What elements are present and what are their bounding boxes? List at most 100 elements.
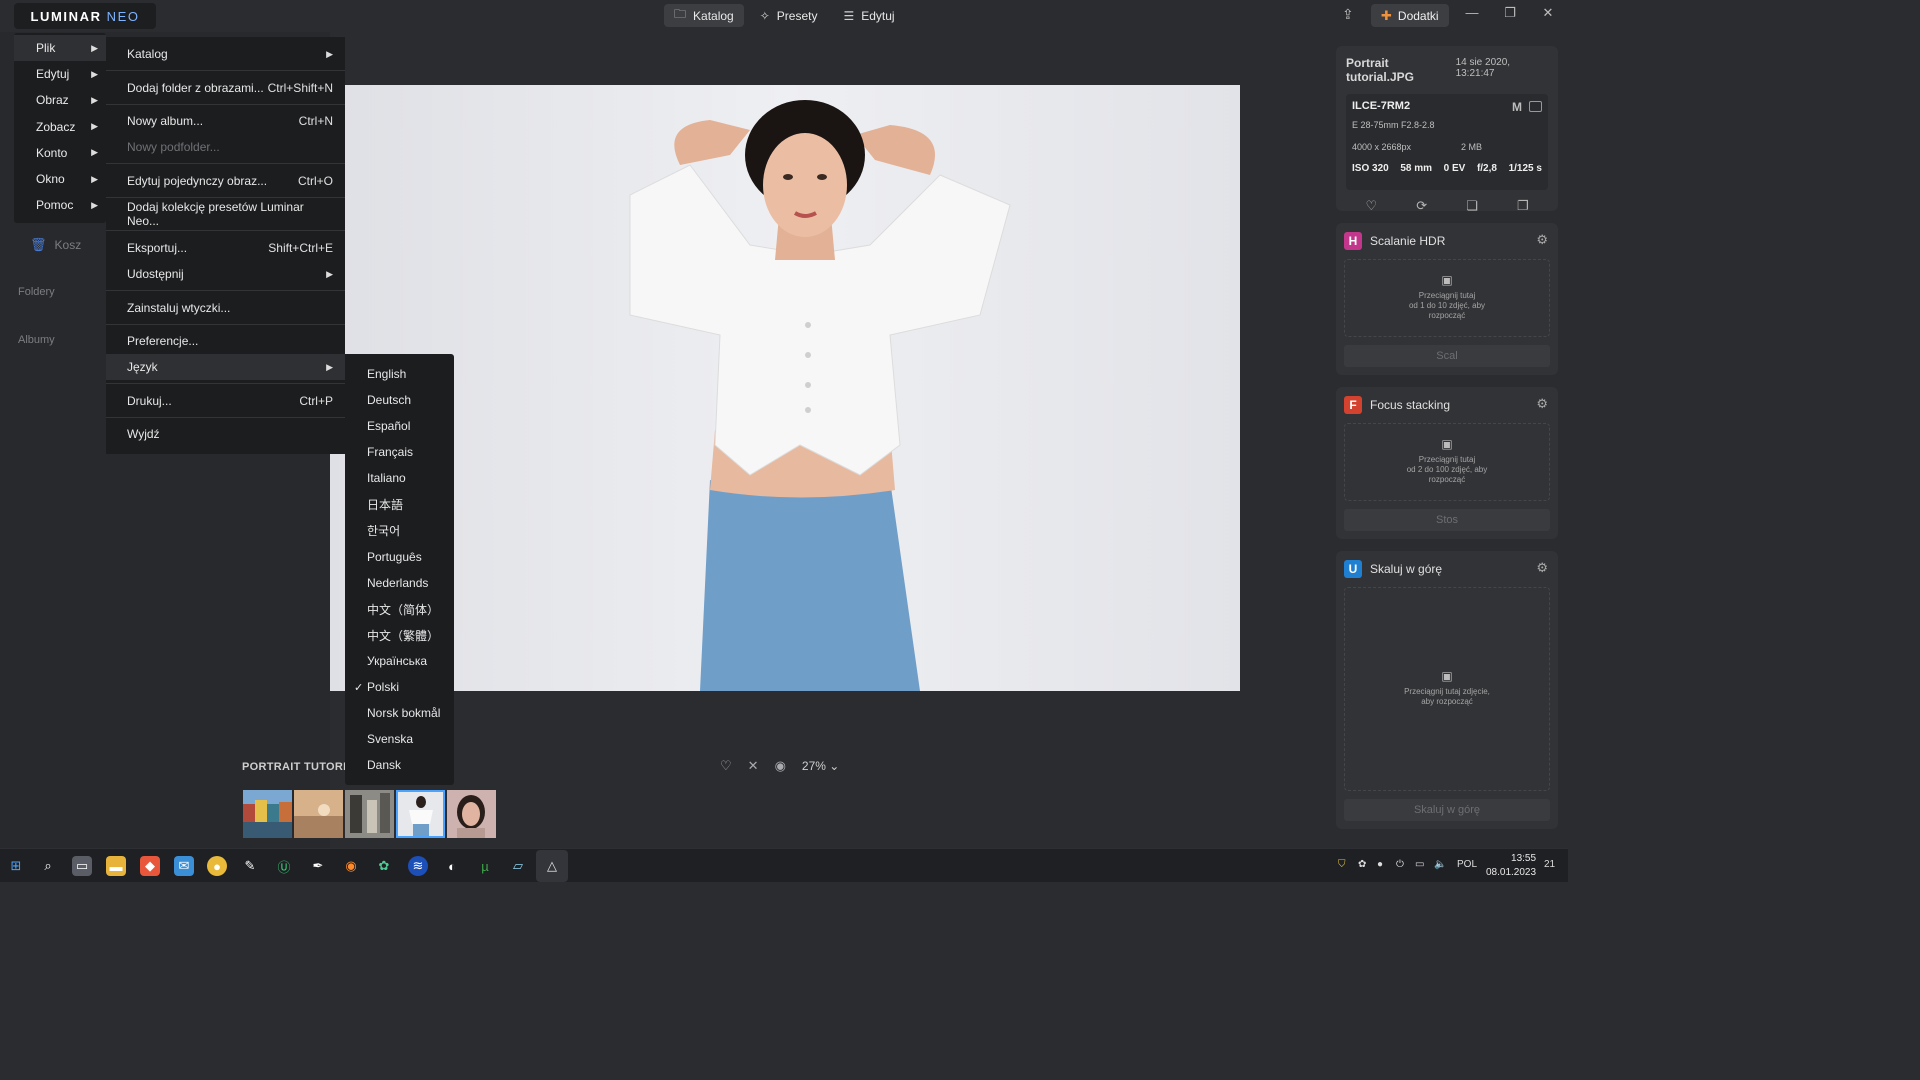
rotate-icon[interactable]: ⟳ (1416, 198, 1427, 214)
menu-item-catalog[interactable]: Katalog ▶ (106, 41, 345, 67)
menu-item-edit-single[interactable]: Edytuj pojedynczy obraz... Ctrl+O (106, 168, 345, 194)
menu-item-file[interactable]: Plik ▶ (14, 35, 106, 62)
lang-dansk[interactable]: Dansk (345, 752, 454, 778)
lang-english[interactable]: English (345, 361, 454, 387)
menu-item-share[interactable]: Udostępnij ▶ (106, 261, 345, 287)
notes-icon[interactable]: ▱ (508, 856, 528, 876)
lang-korean[interactable]: 한국어 (345, 517, 454, 543)
copy-icon[interactable]: ❏ (1466, 198, 1478, 214)
search-icon[interactable]: ⌕ (38, 856, 58, 876)
thumbnail[interactable] (447, 790, 496, 838)
menu-item-edit[interactable]: Edytuj ▶ (14, 61, 106, 87)
menu-item-new-album[interactable]: Nowy album... Ctrl+N (106, 108, 345, 134)
paint-icon[interactable]: ◐ (442, 856, 462, 876)
thumbnail[interactable] (345, 790, 394, 838)
menu-item-image[interactable]: Obraz ▶ (14, 87, 106, 113)
chrome-icon[interactable]: ● (207, 856, 227, 876)
lang-ukrainian[interactable]: Українська (345, 648, 454, 674)
eye-icon[interactable]: ◉ (775, 758, 786, 774)
sidebar-section-albums[interactable]: Albumy (18, 334, 55, 346)
drop-zone[interactable]: ▣ Przeciągnij tutaj od 2 do 100 zdjęć, a… (1344, 423, 1550, 501)
menu-item-add-presets[interactable]: Dodaj kolekcję presetów Luminar Neo... (106, 200, 345, 228)
close-icon[interactable]: ✕ (1538, 5, 1558, 21)
system-clock[interactable]: 13:55 08.01.2023 (1486, 852, 1536, 880)
addons-button[interactable]: ✚ Dodatki (1371, 4, 1449, 27)
network-app-icon[interactable]: ≋ (408, 856, 428, 876)
windows-start-icon[interactable]: ⊞ (6, 856, 26, 876)
lang-nederlands[interactable]: Nederlands (345, 570, 454, 596)
menu-item-preferences[interactable]: Preferencje... (106, 328, 345, 354)
duplicate-icon[interactable]: ❐ (1517, 198, 1529, 214)
menu-item-view[interactable]: Zobacz ▶ (14, 114, 106, 140)
drop-zone[interactable]: ▣ Przeciągnij tutaj zdjęcie, aby rozpocz… (1344, 587, 1550, 791)
thumbnail-selected[interactable] (396, 790, 445, 838)
mail-icon[interactable]: ✉ (174, 856, 194, 876)
gimp-icon[interactable]: ✎ (240, 856, 260, 876)
menu-item-add-folder[interactable]: Dodaj folder z obrazami... Ctrl+Shift+N (106, 75, 345, 101)
app-icon[interactable]: ✿ (374, 856, 394, 876)
power-icon[interactable]: ⏻ (1396, 859, 1404, 870)
chrome-tray-icon[interactable]: ● (1377, 859, 1383, 870)
lang-portugues[interactable]: Português (345, 544, 454, 570)
menu-item-language[interactable]: Język ▶ (106, 354, 345, 380)
utorrent-icon[interactable]: µ (475, 856, 495, 876)
file-explorer-icon[interactable]: ▬ (106, 856, 126, 876)
tab-katalog[interactable]: 🗀 Katalog (664, 4, 744, 27)
lang-svenska[interactable]: Svenska (345, 726, 454, 752)
merge-button[interactable]: Scal (1344, 345, 1550, 367)
reject-icon[interactable]: ✕ (748, 758, 759, 774)
sidebar-section-folders[interactable]: Foldery (18, 286, 55, 298)
app-logo[interactable]: LUMINAR NEO (14, 3, 156, 29)
lang-deutsch[interactable]: Deutsch (345, 387, 454, 413)
drop-zone[interactable]: ▣ Przeciągnij tutaj od 1 do 10 zdjęć, ab… (1344, 259, 1550, 337)
menu-item-help[interactable]: Pomoc ▶ (14, 192, 106, 218)
tab-presety[interactable]: ✧ Presety (750, 4, 828, 27)
upscale-button[interactable]: Skaluj w górę (1344, 799, 1550, 821)
tab-edytuj[interactable]: ☰ Edytuj (833, 4, 904, 27)
addons-label: Dodatki (1397, 8, 1439, 23)
restore-icon[interactable]: ❐ (1500, 5, 1520, 21)
thumbnail[interactable] (243, 790, 292, 838)
lang-polski[interactable]: ✓ Polski (345, 674, 454, 700)
menu-item-window[interactable]: Okno ▶ (14, 166, 106, 192)
luminar-icon[interactable]: △ (542, 856, 562, 876)
lang-francais[interactable]: Français (345, 439, 454, 465)
lang-chinese-simplified[interactable]: 中文（简体） (345, 596, 454, 622)
menu-item-print[interactable]: Drukuj... Ctrl+P (106, 388, 345, 414)
upwork-icon[interactable]: Ⓤ (274, 856, 294, 876)
viewer-toolbar: ♡ ✕ ◉ 27% ⌄ (720, 758, 839, 774)
tray-app-icon[interactable]: ✿ (1358, 859, 1366, 870)
display-icon[interactable]: ▭ (1415, 859, 1424, 870)
office-icon[interactable]: ◆ (140, 856, 160, 876)
task-view-icon[interactable]: ▭ (72, 856, 92, 876)
sidebar-item-trash[interactable]: 🗑 Kosz (30, 237, 81, 253)
volume-icon[interactable]: 🔈 (1434, 859, 1446, 870)
menu-separator (106, 383, 345, 384)
gear-icon[interactable]: ⚙ (1536, 396, 1548, 412)
shield-icon[interactable]: ⛉ (1338, 859, 1346, 870)
stack-button[interactable]: Stos (1344, 509, 1550, 531)
firefox-icon[interactable]: ◉ (341, 856, 361, 876)
share-icon[interactable]: ⇪ (1342, 6, 1354, 23)
lang-italiano[interactable]: Italiano (345, 465, 454, 491)
minimize-icon[interactable]: — (1462, 5, 1482, 20)
lang-japanese[interactable]: 日本語 (345, 491, 454, 517)
menu-item-install-plugins[interactable]: Zainstaluj wtyczki... (106, 295, 345, 321)
menu-item-quit[interactable]: Wyjdź (106, 421, 345, 447)
gear-icon[interactable]: ⚙ (1536, 560, 1548, 576)
heart-icon[interactable]: ♡ (1366, 198, 1378, 214)
lang-norsk[interactable]: Norsk bokmål (345, 700, 454, 726)
zoom-selector[interactable]: 27% ⌄ (802, 759, 839, 773)
input-language[interactable]: POL (1457, 859, 1477, 870)
lang-espanol[interactable]: Español (345, 413, 454, 439)
main-photo[interactable] (330, 85, 1240, 691)
lang-chinese-traditional[interactable]: 中文（繁體） (345, 622, 454, 648)
menu-item-account[interactable]: Konto ▶ (14, 140, 106, 166)
menu-item-export[interactable]: Eksportuj... Shift+Ctrl+E (106, 235, 345, 261)
gear-icon[interactable]: ⚙ (1536, 232, 1548, 248)
notification-icon[interactable]: 21 (1544, 859, 1555, 870)
thumbnail[interactable] (294, 790, 343, 838)
heart-icon[interactable]: ♡ (720, 758, 732, 774)
inkscape-icon[interactable]: ✒ (308, 856, 328, 876)
menu-shortcut: Ctrl+O (297, 174, 333, 188)
